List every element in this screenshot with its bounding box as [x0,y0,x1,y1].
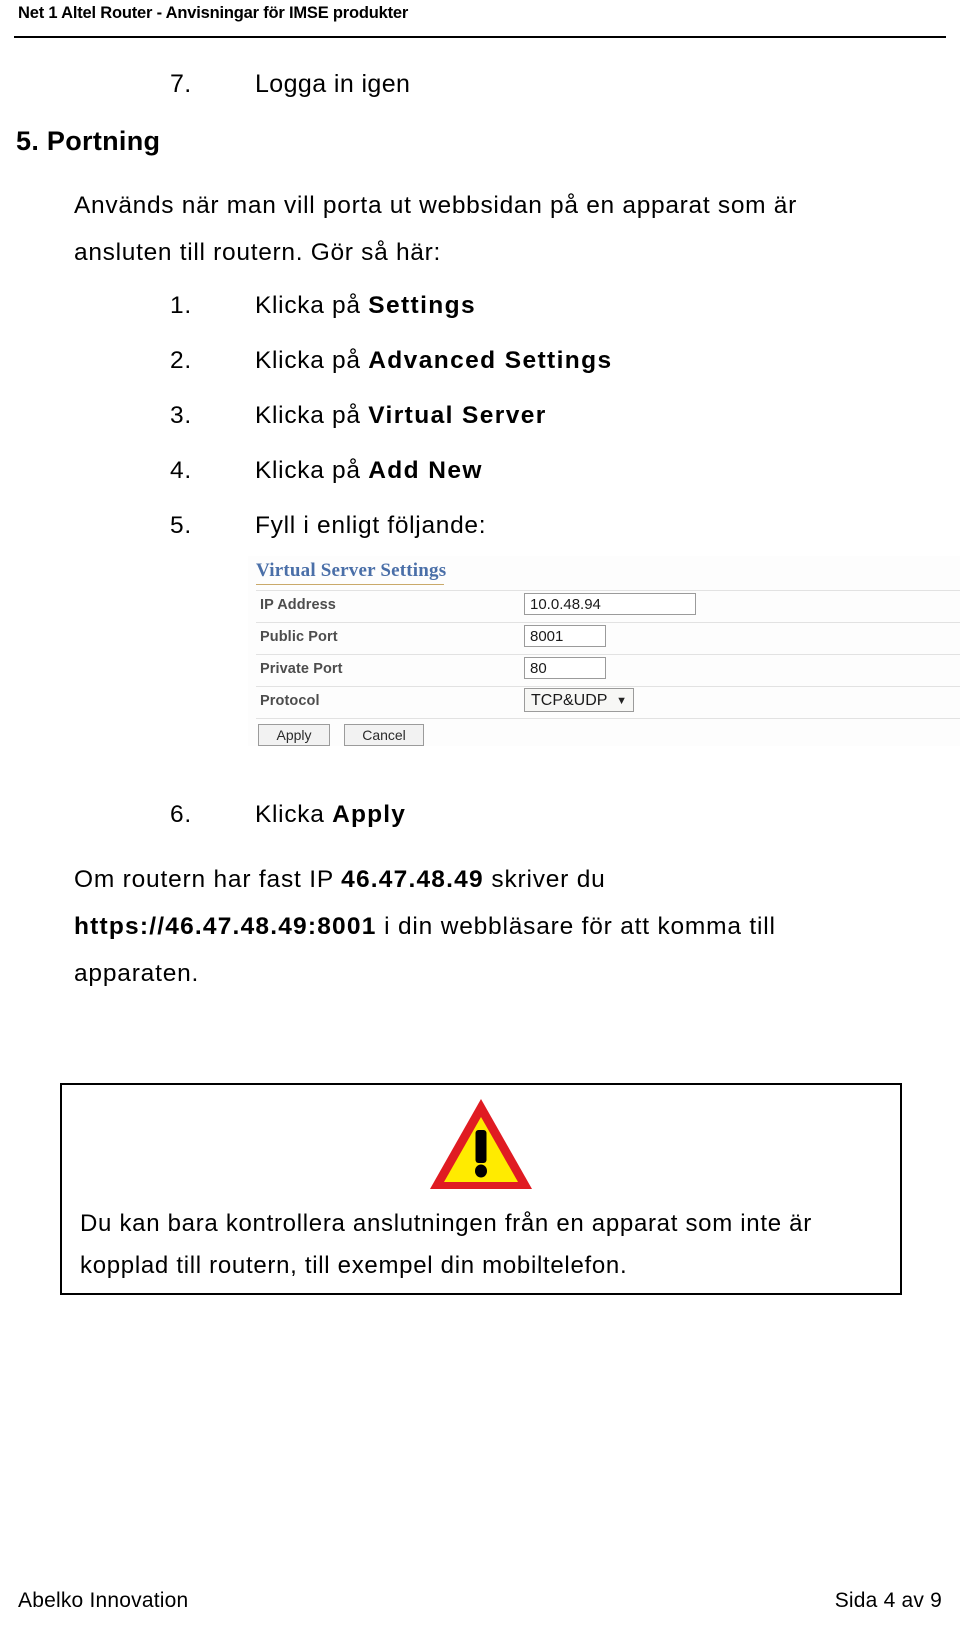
apply-button[interactable]: Apply [258,724,330,746]
document-footer: Abelko Innovation Sida 4 av 9 [0,1569,960,1629]
warning-callout-box: Du kan bara kontrollera anslutningen frå… [60,1083,902,1295]
note-text-pre: Om routern har fast IP [74,866,342,893]
list-item: 5. Fyll i enligt följande: [170,498,870,553]
list-item: 2. Klicka på Advanced Settings [170,333,870,388]
panel-title-underline [256,584,444,585]
step-text: Klicka på [255,457,369,484]
chevron-down-icon: ▼ [616,695,627,707]
ip-address-label: IP Address [260,597,336,613]
private-port-label: Private Port [260,661,343,677]
row-divider [256,718,960,719]
table-row: Private Port 80 [248,654,960,686]
list-item: 4. Klicka på Add New [170,443,870,498]
protocol-select[interactable]: TCP&UDP ▼ [524,688,634,712]
warning-message: Du kan bara kontrollera anslutningen frå… [80,1210,812,1279]
ip-address-input[interactable]: 10.0.48.94 [524,593,696,615]
button-row: Apply Cancel [248,718,960,746]
note-url: https://46.47.48.49:8001 [74,913,377,940]
public-port-input[interactable]: 8001 [524,625,606,647]
step-emphasis: Advanced Settings [368,347,613,374]
step-number: 1. [170,292,192,319]
carry-over-step-number: 7. [170,70,192,98]
row-divider [256,654,960,655]
step-emphasis: Virtual Server [368,402,547,429]
step-emphasis: Add New [368,457,483,484]
protocol-select-value: TCP&UDP [531,692,608,709]
instruction-step-list: 1. Klicka på Settings 2. Klicka på Advance… [170,278,870,553]
note-text-end: apparaten. [74,960,200,987]
step-text: Klicka [255,801,333,828]
list-item: 1. Klicka på Settings [170,278,870,333]
document-header-title: Net 1 Altel Router - Anvisningar för IMS… [18,4,409,22]
protocol-label: Protocol [260,693,320,709]
row-divider [256,686,960,687]
cancel-button[interactable]: Cancel [344,724,424,746]
row-divider [256,590,960,591]
step-number: 6. [170,801,192,828]
step-number: 3. [170,402,192,429]
header-divider [14,36,946,38]
footer-page-number: Sida 4 av 9 [834,1589,942,1612]
virtual-server-settings-title: Virtual Server Settings [256,560,447,581]
footer-company-name: Abelko Innovation [18,1589,189,1612]
note-text-post: skriver du [483,866,606,893]
step-number: 2. [170,347,192,374]
public-port-label: Public Port [260,629,338,645]
section-intro-paragraph: Används när man vill porta ut webbsidan … [74,192,797,266]
warning-triangle-icon [430,1099,532,1189]
private-port-input[interactable]: 80 [524,657,606,679]
list-item: 3. Klicka på Virtual Server [170,388,870,443]
note-text-browser: i din webbläsare för att komma till [376,913,776,940]
router-settings-screenshot: Virtual Server Settings IP Address 10.0.… [248,556,960,746]
carry-over-step-text: Logga in igen [255,70,411,98]
step-text: Klicka på [255,402,369,429]
document-header: Net 1 Altel Router - Anvisningar för IMS… [0,0,960,46]
fixed-ip-note-paragraph: Om routern har fast IP 46.47.48.49 skriv… [74,856,874,997]
table-row: Protocol TCP&UDP ▼ [248,686,960,718]
step-text: Fyll i enligt följande: [255,512,487,539]
carry-over-step-7: 7. Logga in igen [170,70,870,99]
row-divider [256,622,960,623]
section-heading: 5. Portning [16,126,161,156]
note-ip-address: 46.47.48.49 [341,866,484,893]
step-emphasis: Settings [368,292,477,319]
step-text: Klicka på [255,292,369,319]
step-emphasis: Apply [332,801,407,828]
step-number: 4. [170,457,192,484]
table-row: IP Address 10.0.48.94 [248,590,960,622]
list-item: 6. Klicka Apply [170,801,406,829]
step-text: Klicka på [255,347,369,374]
table-row: Public Port 8001 [248,622,960,654]
step-number: 5. [170,512,192,539]
